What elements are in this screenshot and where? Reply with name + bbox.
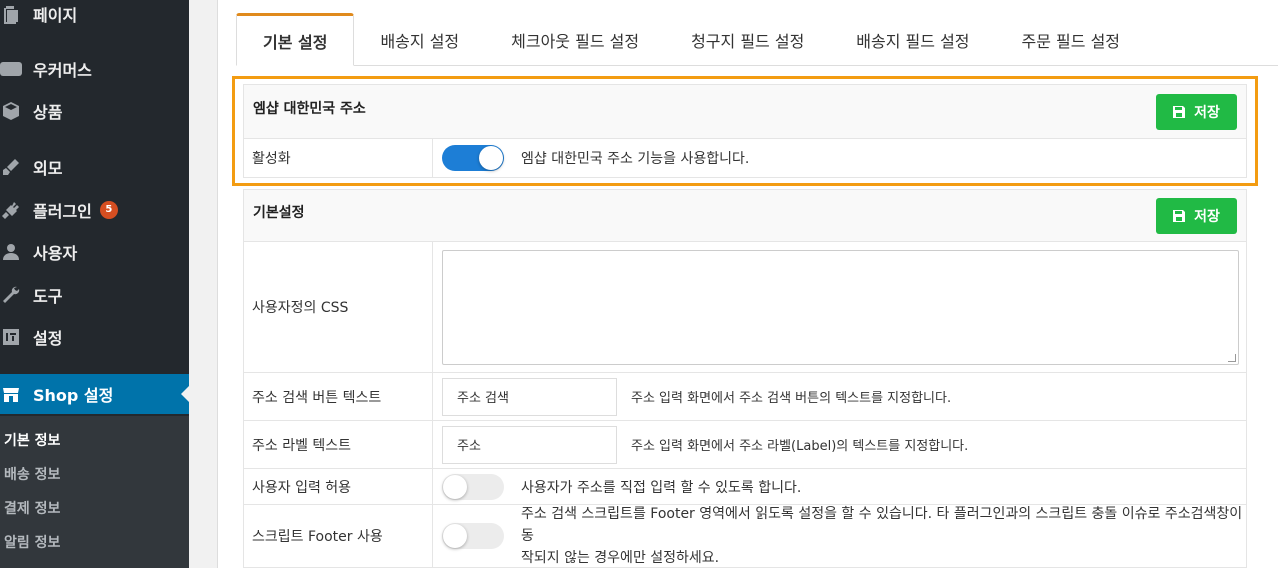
section-basic-settings: 기본설정 저장 사용자정의 CSS 주소 검색 버튼 텍스트 주소 검색 주소 … xyxy=(243,189,1247,568)
sidebar-item-plugins[interactable]: 플러그인 5 xyxy=(0,190,189,230)
user-input-toggle[interactable] xyxy=(442,473,504,500)
row-description: 주소 입력 화면에서 주소 검색 버튼의 텍스트를 지정합니다. xyxy=(631,391,952,406)
save-icon xyxy=(1173,210,1186,222)
tab-order-fields[interactable]: 주문 필드 설정 xyxy=(996,13,1147,66)
row-body: 주소 검색 스크립트를 Footer 영역에서 읽도록 설정을 할 수 있습니다… xyxy=(433,505,1246,567)
settings-row-script-footer: 스크립트 Footer 사용 주소 검색 스크립트를 Footer 영역에서 읽… xyxy=(244,505,1246,567)
row-label: 주소 검색 버튼 텍스트 xyxy=(244,373,433,420)
toggle-knob xyxy=(479,146,503,170)
settings-row-search-button-text: 주소 검색 버튼 텍스트 주소 검색 주소 입력 화면에서 주소 검색 버튼의 … xyxy=(244,373,1246,421)
sidebar-item-products[interactable]: 상품 xyxy=(0,91,189,131)
sidebar-item-woocommerce[interactable]: Woo 우커머스 xyxy=(0,49,189,89)
search-button-text-input[interactable]: 주소 검색 xyxy=(442,377,617,416)
enable-toggle[interactable] xyxy=(442,145,504,171)
toggle-knob xyxy=(443,474,467,499)
row-body: 주소 검색 주소 입력 화면에서 주소 검색 버튼의 텍스트를 지정합니다. xyxy=(433,373,1246,420)
submenu-item-shipping-info[interactable]: 배송 정보 xyxy=(4,464,60,484)
section-title: 엠샵 대한민국 주소 xyxy=(253,101,366,117)
brush-icon xyxy=(0,156,22,178)
save-button[interactable]: 저장 xyxy=(1156,198,1237,234)
submenu-item-payment-info[interactable]: 결제 정보 xyxy=(4,498,60,518)
resize-handle-icon[interactable] xyxy=(1228,353,1236,362)
settings-row-user-input: 사용자 입력 허용 사용자가 주소를 직접 입력 할 수 있도록 합니다. xyxy=(244,469,1246,505)
sidebar-item-label: 상품 xyxy=(33,103,63,122)
script-footer-toggle[interactable] xyxy=(442,523,504,549)
settings-row-enable: 활성화 엠샵 대한민국 주소 기능을 사용합니다. xyxy=(244,139,1246,177)
tab-shipping-fields[interactable]: 배송지 필드 설정 xyxy=(830,13,995,66)
sidebar-item-label: 플러그인 xyxy=(33,202,92,221)
sidebar-item-users[interactable]: 사용자 xyxy=(0,232,189,272)
settings-row-custom-css: 사용자정의 CSS xyxy=(244,242,1246,373)
row-body: 주소 주소 입력 화면에서 주소 라벨(Label)의 텍스트를 지정합니다. xyxy=(433,421,1246,468)
sidebar-item-label: 사용자 xyxy=(33,244,78,263)
row-description-line: 주소 검색 스크립트를 Footer 영역에서 읽도록 설정을 할 수 있습니다… xyxy=(521,506,1243,544)
settings-row-address-label-text: 주소 라벨 텍스트 주소 주소 입력 화면에서 주소 라벨(Label)의 텍스… xyxy=(244,421,1246,469)
row-description: 주소 입력 화면에서 주소 라벨(Label)의 텍스트를 지정합니다. xyxy=(631,439,969,454)
settings-icon xyxy=(0,326,22,348)
shop-settings-submenu: 기본 정보 배송 정보 결제 정보 알림 정보 xyxy=(0,416,189,568)
sidebar-item-label: 도구 xyxy=(33,287,63,306)
save-icon xyxy=(1173,106,1186,118)
row-body xyxy=(433,242,1246,372)
row-label: 사용자 입력 허용 xyxy=(244,469,433,504)
sidebar-item-label: Shop 설정 xyxy=(33,386,114,405)
submenu-item-notification-info[interactable]: 알림 정보 xyxy=(4,532,60,552)
row-label: 주소 라벨 텍스트 xyxy=(244,421,433,468)
row-body: 엠샵 대한민국 주소 기능을 사용합니다. xyxy=(433,139,1246,177)
tab-billing-fields[interactable]: 청구지 필드 설정 xyxy=(665,13,830,66)
sidebar-item-label: 외모 xyxy=(33,159,63,178)
row-description-line: 작되지 않는 경우에만 설정하세요. xyxy=(521,550,720,566)
custom-css-textarea[interactable] xyxy=(442,249,1239,365)
woo-icon: Woo xyxy=(0,62,22,76)
save-button[interactable]: 저장 xyxy=(1156,94,1237,130)
sidebar-item-tools[interactable]: 도구 xyxy=(0,275,189,315)
section-mshop-address: 엠샵 대한민국 주소 저장 활성화 엠샵 대한민국 주소 기능을 사용합니다. xyxy=(243,84,1247,178)
section-title: 기본설정 xyxy=(253,205,305,221)
row-description: 주소 검색 스크립트를 Footer 영역에서 읽도록 설정을 할 수 있습니다… xyxy=(521,503,1246,568)
submenu-item-basic-info[interactable]: 기본 정보 xyxy=(4,430,60,450)
sidebar-item-settings[interactable]: 설정 xyxy=(0,317,189,357)
wrench-icon xyxy=(0,284,22,306)
row-label: 사용자정의 CSS xyxy=(244,242,433,372)
toggle-knob xyxy=(443,524,467,548)
section-header: 기본설정 저장 xyxy=(244,190,1246,242)
row-label: 활성화 xyxy=(244,139,433,177)
save-button-label: 저장 xyxy=(1194,105,1220,121)
sidebar-item-pages[interactable]: 페이지 xyxy=(0,0,189,34)
address-label-text-input[interactable]: 주소 xyxy=(442,425,617,464)
user-icon xyxy=(0,241,22,263)
active-indicator xyxy=(181,386,189,402)
section-header: 엠샵 대한민국 주소 저장 xyxy=(244,85,1246,139)
page-icon xyxy=(0,3,22,25)
main-content: 기본 설정 배송지 설정 체크아웃 필드 설정 청구지 필드 설정 배송지 필드… xyxy=(217,0,1285,568)
sidebar-item-label: 페이지 xyxy=(33,6,78,25)
sidebar-item-label: 우커머스 xyxy=(33,61,92,80)
admin-sidebar: 페이지 Woo 우커머스 상품 외모 플러그인 5 사용자 도구 설정 Shop… xyxy=(0,0,189,568)
tab-shipping-address[interactable]: 배송지 설정 xyxy=(354,13,485,66)
tab-checkout-fields[interactable]: 체크아웃 필드 설정 xyxy=(485,13,665,66)
plug-icon xyxy=(0,199,22,221)
sidebar-item-appearance[interactable]: 외모 xyxy=(0,147,189,187)
settings-tabs: 기본 설정 배송지 설정 체크아웃 필드 설정 청구지 필드 설정 배송지 필드… xyxy=(236,13,1146,66)
tab-basic-settings[interactable]: 기본 설정 xyxy=(236,13,355,66)
row-description: 사용자가 주소를 직접 입력 할 수 있도록 합니다. xyxy=(521,479,802,496)
box-icon xyxy=(0,100,22,122)
sidebar-item-shop-settings[interactable]: Shop 설정 xyxy=(0,374,189,414)
row-body: 사용자가 주소를 직접 입력 할 수 있도록 합니다. xyxy=(433,469,1246,504)
save-button-label: 저장 xyxy=(1194,209,1220,225)
shop-icon xyxy=(0,383,22,405)
row-label: 스크립트 Footer 사용 xyxy=(244,505,433,567)
sidebar-item-label: 설정 xyxy=(33,329,63,348)
plugin-update-badge: 5 xyxy=(99,201,118,219)
row-description: 엠샵 대한민국 주소 기능을 사용합니다. xyxy=(521,151,750,167)
